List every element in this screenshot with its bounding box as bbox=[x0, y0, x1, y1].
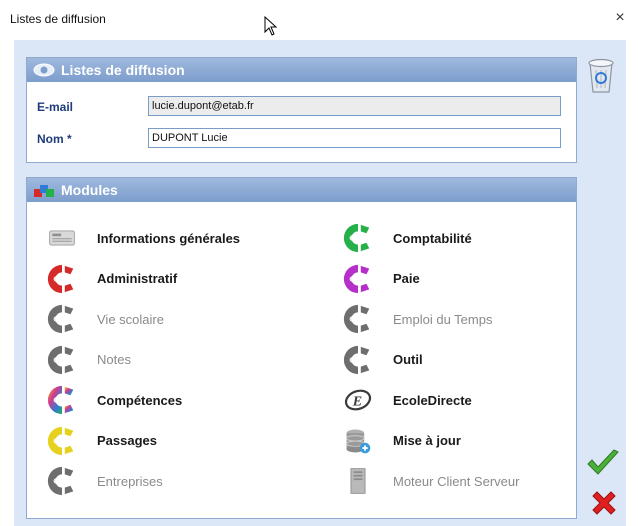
module-informations-generales[interactable]: Informations générales bbox=[45, 221, 240, 255]
module-grey-icon bbox=[341, 343, 375, 377]
module-comptabilite[interactable]: Comptabilité bbox=[341, 221, 472, 255]
svg-text:E: E bbox=[352, 393, 362, 409]
nom-label: Nom * bbox=[37, 132, 72, 146]
module-label: Notes bbox=[97, 352, 131, 367]
cubes-icon bbox=[34, 185, 54, 197]
module-ecoledirecte[interactable]: E EcoleDirecte bbox=[341, 383, 472, 417]
ok-button[interactable] bbox=[586, 448, 620, 478]
modules-panel-header: Modules bbox=[27, 178, 576, 202]
module-label: Comptabilité bbox=[393, 230, 472, 246]
module-red-icon bbox=[45, 262, 79, 296]
modules-panel: Modules Informations générales Administra… bbox=[26, 177, 577, 519]
module-label: Compétences bbox=[97, 392, 183, 408]
module-purple-icon bbox=[341, 262, 375, 296]
module-grey-icon bbox=[45, 464, 79, 498]
news-icon bbox=[45, 221, 79, 255]
module-label: Informations générales bbox=[97, 230, 241, 246]
module-administratif[interactable]: Administratif bbox=[45, 262, 177, 296]
module-label: Emploi du Temps bbox=[393, 311, 493, 327]
module-entreprises[interactable]: Entreprises bbox=[45, 464, 163, 498]
module-emploi-du-temps[interactable]: Emploi du Temps bbox=[341, 302, 492, 336]
cancel-button[interactable] bbox=[589, 488, 619, 518]
module-vie-scolaire[interactable]: Vie scolaire bbox=[45, 302, 164, 336]
window-title: Listes de diffusion bbox=[10, 12, 106, 26]
email-field[interactable] bbox=[148, 96, 561, 116]
module-outil[interactable]: Outil bbox=[341, 343, 423, 377]
module-mise-a-jour[interactable]: Mise à jour bbox=[341, 424, 461, 458]
database-icon bbox=[341, 424, 375, 458]
module-competences[interactable]: Compétences bbox=[45, 383, 182, 417]
module-label: Moteur Client Serveur bbox=[393, 473, 520, 489]
module-green-icon bbox=[341, 221, 375, 255]
module-label: Passages bbox=[97, 433, 157, 448]
diffusion-panel: Listes de diffusion E-mail Nom * bbox=[26, 57, 577, 163]
close-button[interactable]: × bbox=[610, 8, 630, 28]
module-rainbow-icon bbox=[45, 383, 79, 417]
module-moteur-client-serveur[interactable]: Moteur Client Serveur bbox=[341, 464, 519, 498]
mouse-cursor-icon bbox=[264, 16, 278, 36]
module-label: Mise à jour bbox=[393, 433, 461, 448]
diffusion-panel-header: Listes de diffusion bbox=[27, 58, 576, 82]
module-grey-icon bbox=[45, 343, 79, 377]
module-grey-icon bbox=[45, 302, 79, 336]
module-label: Outil bbox=[393, 352, 423, 367]
eye-icon bbox=[33, 63, 55, 77]
modules-panel-title: Modules bbox=[61, 182, 118, 198]
module-label: Administratif bbox=[97, 271, 178, 286]
module-label: Entreprises bbox=[97, 473, 163, 489]
module-passages[interactable]: Passages bbox=[45, 424, 157, 458]
diffusion-panel-title: Listes de diffusion bbox=[61, 62, 185, 78]
nom-field[interactable] bbox=[148, 128, 561, 148]
module-label: Vie scolaire bbox=[97, 311, 164, 327]
email-label: E-mail bbox=[37, 100, 74, 114]
ecoledirecte-icon: E bbox=[341, 383, 375, 417]
module-label: Paie bbox=[393, 271, 420, 286]
trash-icon[interactable] bbox=[586, 54, 616, 94]
module-grey-icon bbox=[341, 302, 375, 336]
module-paie[interactable]: Paie bbox=[341, 262, 420, 296]
module-yellow-icon bbox=[45, 424, 79, 458]
module-notes[interactable]: Notes bbox=[45, 343, 131, 377]
module-label: EcoleDirecte bbox=[393, 392, 472, 408]
server-icon bbox=[341, 464, 375, 498]
